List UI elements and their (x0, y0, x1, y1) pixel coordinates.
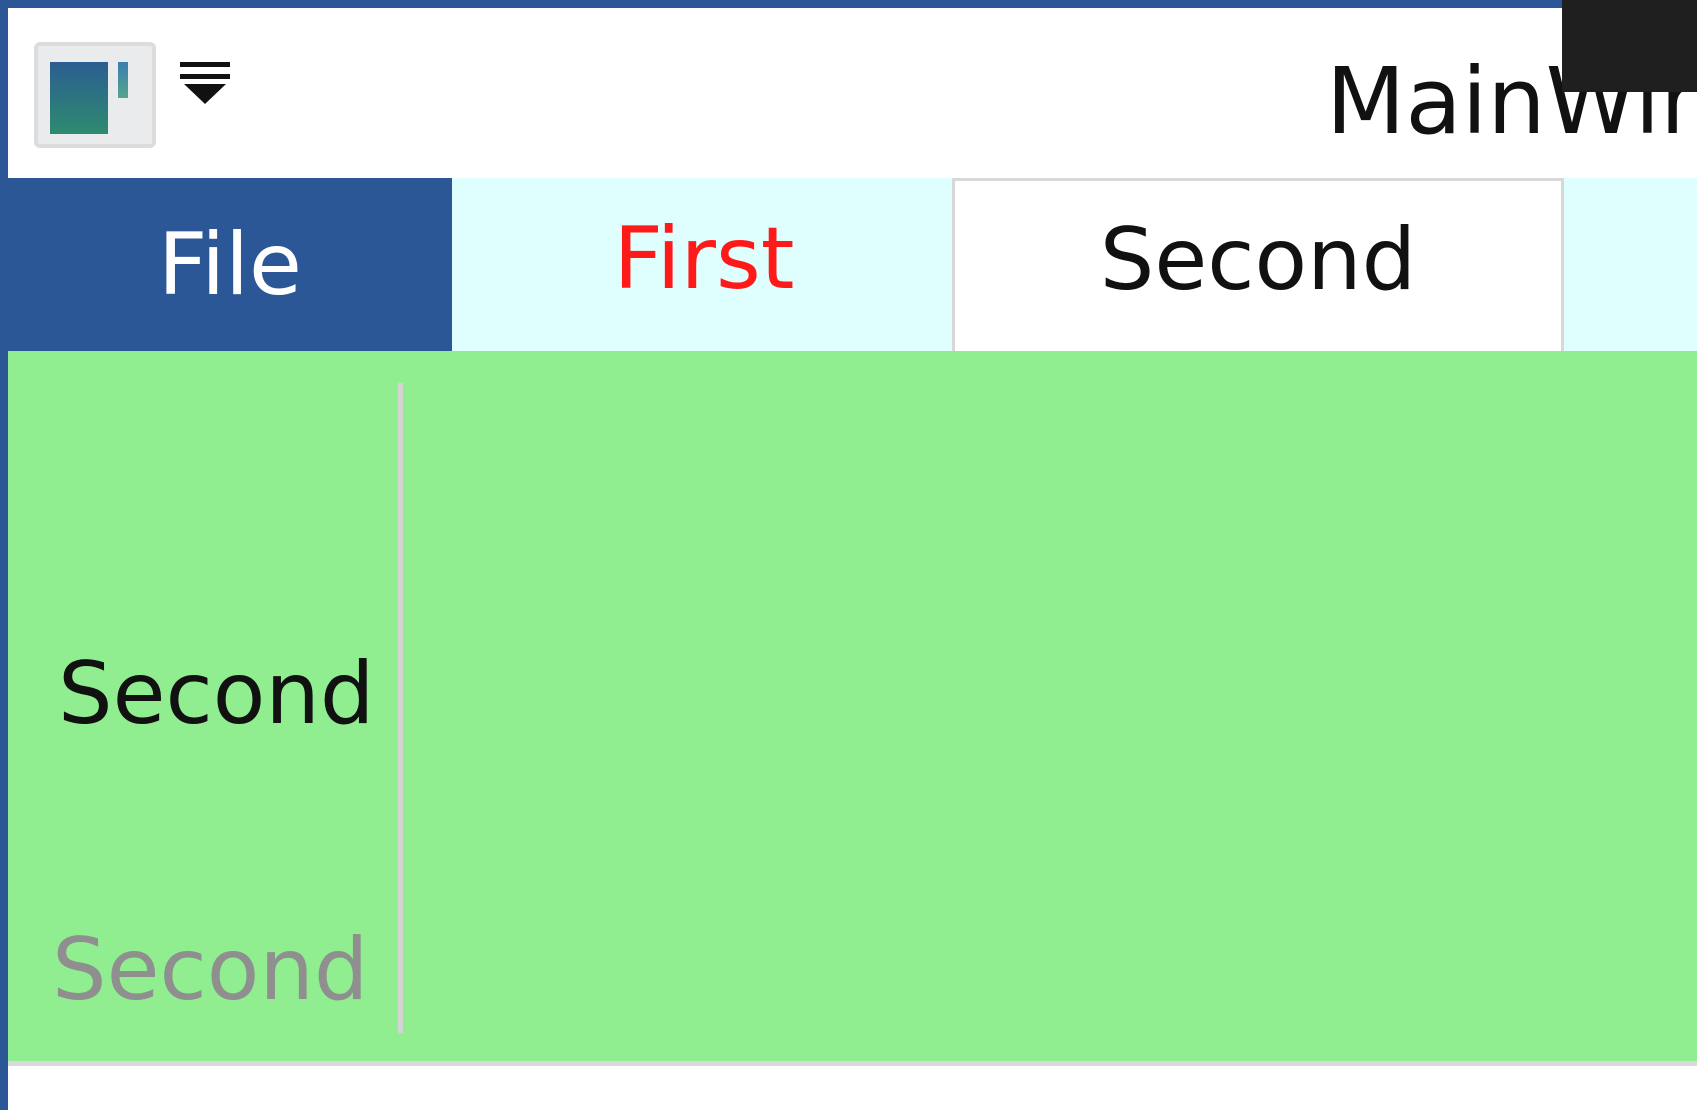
group-separator (398, 383, 403, 1033)
group-content-label: Second (58, 644, 375, 744)
app-icon-pane-secondary (118, 62, 128, 98)
window-app-icon[interactable] (34, 42, 156, 148)
group-footer-label: Second (52, 920, 369, 1020)
main-window: MainWindow File First Second Second Seco… (0, 0, 1697, 1110)
tab-second[interactable]: Second (952, 178, 1564, 351)
title-bar-dark-region (1562, 0, 1697, 92)
window-border-left (0, 0, 8, 1110)
chevron-down-icon (180, 62, 230, 104)
tab-file[interactable]: File (8, 178, 452, 351)
app-icon-pane (50, 62, 108, 134)
customize-quick-access-icon[interactable] (178, 60, 232, 120)
ribbon-bottom-border (8, 1061, 1697, 1066)
ribbon-tab-strip: File First Second (8, 178, 1697, 351)
title-bar[interactable]: MainWindow (8, 8, 1697, 178)
ribbon-content-panel: Second Second (8, 351, 1697, 1061)
window-border-top (0, 0, 1697, 8)
tab-first[interactable]: First (452, 178, 956, 351)
